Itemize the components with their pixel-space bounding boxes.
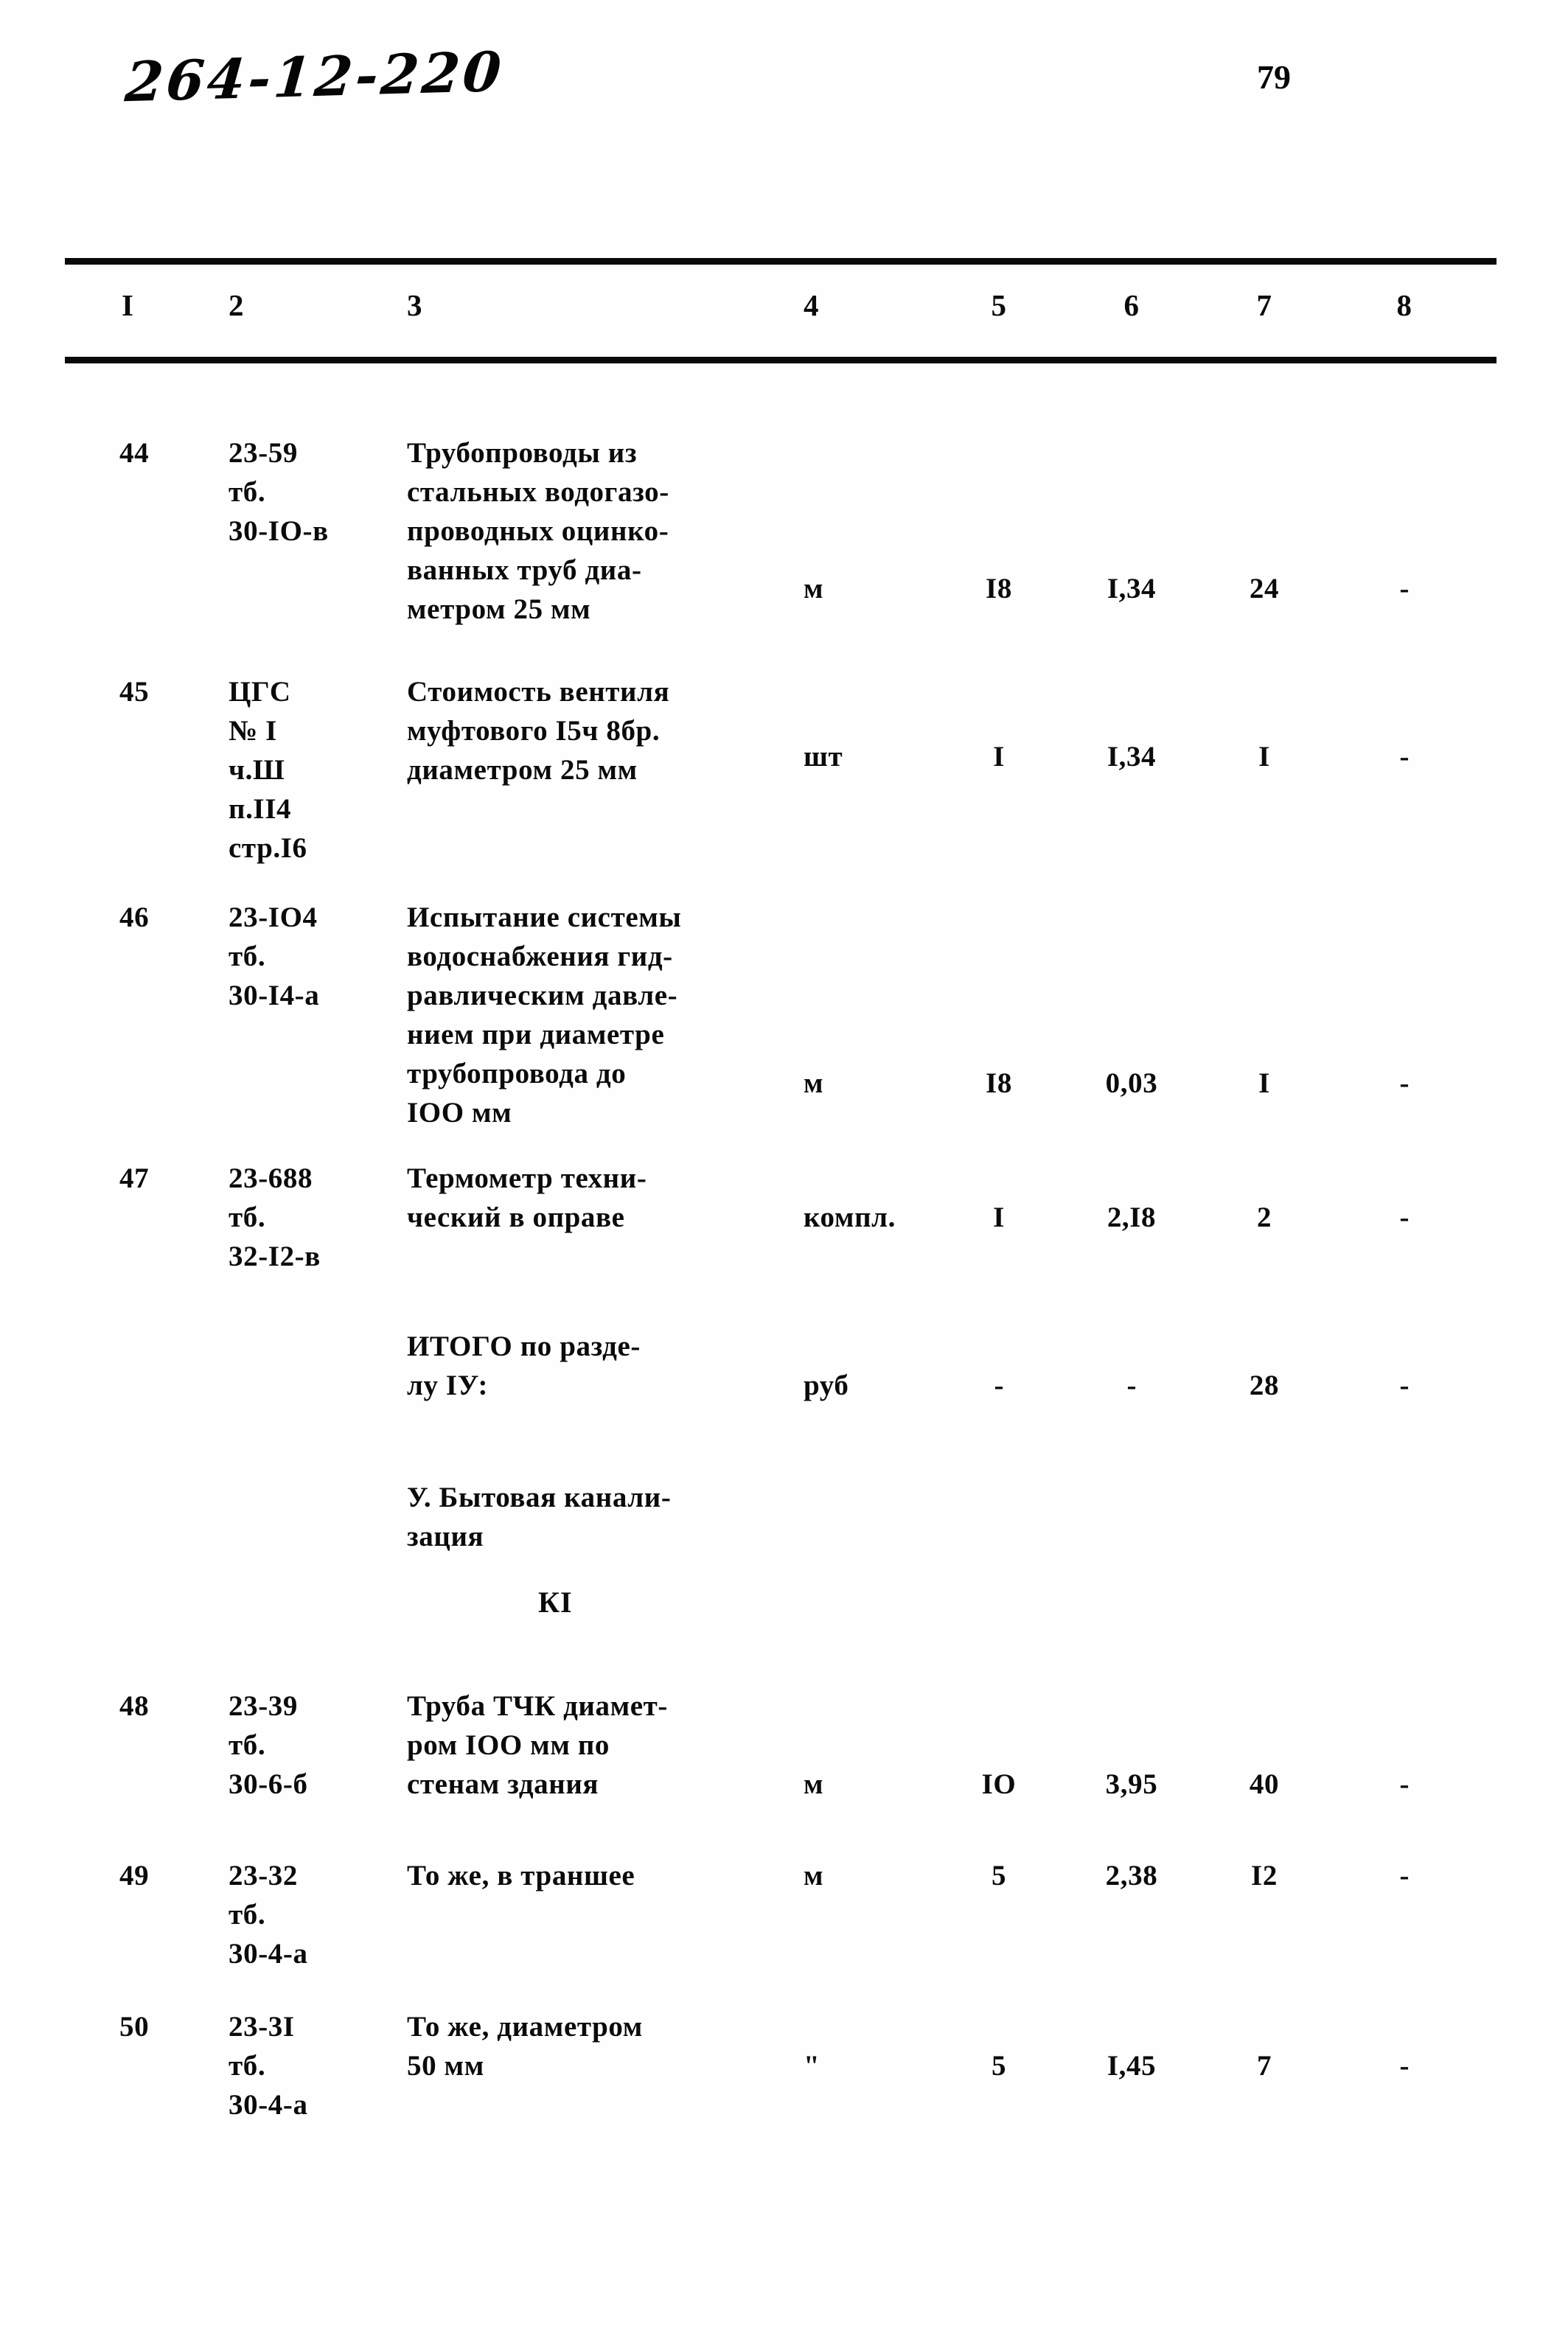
- subtotal-total: 28: [1249, 1370, 1280, 1401]
- row-number: 50: [119, 2011, 150, 2043]
- row-description: Трубопроводы из стальных водогазо- прово…: [407, 437, 669, 625]
- column-header-2: 2: [229, 288, 245, 322]
- row-quantity: I: [993, 1202, 1005, 1233]
- row-description: То же, в траншее: [407, 1860, 635, 1891]
- row-total: I2: [1251, 1860, 1278, 1891]
- row-price: 2,I8: [1107, 1202, 1157, 1233]
- row-total: 7: [1256, 2050, 1272, 2082]
- row-price: 2,38: [1105, 1860, 1158, 1891]
- row-price: 0,03: [1105, 1067, 1158, 1099]
- subtotal-quantity: -: [994, 1370, 1004, 1401]
- row-unit: м: [804, 1067, 824, 1099]
- row-extra: -: [1399, 1202, 1410, 1233]
- row-code: 23-59 тб. 30-IО-в: [229, 437, 329, 547]
- row-total: I: [1258, 1067, 1270, 1099]
- subtotal-label: ИТОГО по разде- лу IУ:: [407, 1331, 641, 1401]
- row-price: 3,95: [1105, 1768, 1158, 1800]
- table-rule-top: [65, 258, 1496, 265]
- row-unit: компл.: [804, 1202, 896, 1233]
- row-quantity: I: [993, 741, 1005, 773]
- row-number: 44: [119, 437, 150, 469]
- scanned-page: 264-12-220 79 I 2 3 4 5 6 7 8 44 23-59 т…: [0, 0, 1568, 2350]
- row-extra: -: [1399, 1067, 1410, 1099]
- row-quantity: 5: [991, 1860, 1007, 1891]
- row-quantity: I8: [986, 1067, 1012, 1099]
- row-code: ЦГС № I ч.Ш п.II4 стр.I6: [229, 676, 307, 864]
- row-price: I,34: [1107, 573, 1157, 604]
- row-total: 2: [1256, 1202, 1272, 1233]
- row-total: I: [1258, 741, 1270, 773]
- row-price: I,45: [1107, 2050, 1157, 2082]
- row-unit: м: [804, 573, 824, 604]
- row-code: 23-688 тб. 32-I2-в: [229, 1162, 321, 1272]
- row-quantity: IО: [981, 1768, 1017, 1800]
- column-header-1: I: [122, 288, 134, 322]
- row-code: 23-39 тб. 30-6-б: [229, 1690, 308, 1800]
- subtotal-price: -: [1126, 1370, 1137, 1401]
- column-header-4: 4: [804, 288, 820, 322]
- row-quantity: I8: [986, 573, 1012, 604]
- document-code-handwritten: 264-12-220: [122, 40, 506, 115]
- column-header-6: 6: [1123, 288, 1140, 322]
- row-extra: -: [1399, 1768, 1410, 1800]
- row-extra: -: [1399, 741, 1410, 773]
- row-total: 24: [1249, 573, 1280, 604]
- section-mark: КI: [538, 1586, 573, 1619]
- column-header-8: 8: [1396, 288, 1412, 322]
- row-code: 23-32 тб. 30-4-а: [229, 1860, 308, 1970]
- subtotal-extra: -: [1399, 1370, 1410, 1401]
- row-extra: -: [1399, 2050, 1410, 2082]
- row-code: 23-3I тб. 30-4-а: [229, 2011, 308, 2121]
- row-number: 45: [119, 676, 150, 708]
- row-number: 48: [119, 1690, 150, 1722]
- row-unit: м: [804, 1860, 824, 1891]
- page-number: 79: [1257, 58, 1291, 96]
- section-heading: У. Бытовая канали- зация: [407, 1482, 672, 1552]
- column-header-3: 3: [407, 288, 423, 322]
- row-code: 23-IО4 тб. 30-I4-а: [229, 902, 320, 1011]
- row-number: 46: [119, 902, 150, 933]
- row-price: I,34: [1107, 741, 1157, 773]
- row-total: 40: [1249, 1768, 1280, 1800]
- row-description: Термометр техни- ческий в оправе: [407, 1162, 647, 1233]
- subtotal-unit: руб: [804, 1370, 849, 1401]
- row-number: 47: [119, 1162, 150, 1194]
- column-header-5: 5: [991, 288, 1007, 322]
- row-extra: -: [1399, 1860, 1410, 1891]
- row-description: Испытание системы водоснабжения гид- рав…: [407, 902, 682, 1129]
- row-number: 49: [119, 1860, 150, 1891]
- row-quantity: 5: [991, 2050, 1007, 2082]
- row-description: Стоимость вентиля муфтового I5ч 8бр. диа…: [407, 676, 670, 786]
- row-extra: -: [1399, 573, 1410, 604]
- table-rule-bottom: [65, 357, 1496, 363]
- row-description: То же, диаметром 50 мм: [407, 2011, 643, 2082]
- row-description: Труба ТЧК диамет- ром IОО мм по стенам з…: [407, 1690, 669, 1800]
- row-unit: м: [804, 1768, 824, 1800]
- row-unit: ": [804, 2050, 820, 2082]
- column-header-7: 7: [1256, 288, 1272, 322]
- row-unit: шт: [804, 741, 843, 773]
